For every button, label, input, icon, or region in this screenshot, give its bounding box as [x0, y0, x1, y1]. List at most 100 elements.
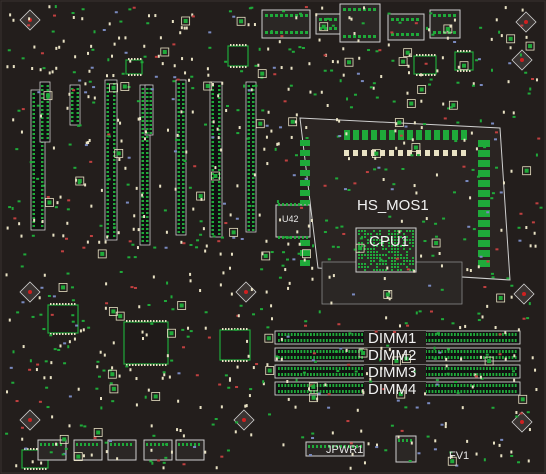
- slot-pin: [177, 155, 180, 157]
- small-ic-core: [267, 368, 272, 373]
- passive-component: [24, 447, 28, 450]
- connector-pin: [416, 33, 419, 36]
- passive-component: [305, 136, 309, 139]
- passive-component: [181, 57, 184, 61]
- passive-component: [495, 18, 498, 22]
- slot-pin: [182, 115, 185, 117]
- dimm-pin: [486, 390, 488, 393]
- mos-pad: [380, 130, 386, 140]
- slot-pin: [32, 173, 35, 175]
- dimm-pin: [290, 333, 293, 336]
- dimm-pin: [290, 350, 293, 353]
- passive-component: [42, 67, 46, 70]
- connector-pin: [443, 31, 446, 34]
- u42-pin: [286, 203, 288, 206]
- connector-pin: [329, 27, 332, 30]
- slot-pin: [177, 147, 180, 149]
- passive-component: [147, 303, 151, 306]
- passive-component: [250, 287, 253, 291]
- slot-pin: [177, 195, 180, 197]
- passive-component: [93, 437, 97, 440]
- dimm-pin: [284, 390, 287, 393]
- passive-component: [88, 138, 91, 142]
- dimm-pin: [361, 356, 363, 359]
- passive-component: [51, 70, 54, 74]
- passive-component: [149, 460, 153, 463]
- slot-pin: [252, 113, 255, 115]
- slot-pin: [177, 187, 180, 189]
- passive-component: [338, 135, 342, 138]
- slot-pin: [211, 141, 214, 143]
- dimm-pin: [335, 367, 338, 370]
- passive-component: [57, 349, 61, 352]
- passive-component: [99, 224, 103, 227]
- passive-component: [204, 123, 208, 126]
- passive-component: [71, 299, 75, 302]
- dimm-pin: [466, 339, 469, 342]
- ic-pin: [222, 360, 224, 362]
- passive-component: [383, 277, 386, 281]
- ic-pin: [131, 74, 133, 76]
- passive-component: [398, 21, 402, 24]
- dimm-pin: [454, 333, 456, 336]
- passive-component: [68, 395, 72, 398]
- slot-pin: [41, 225, 44, 227]
- slot-pin: [218, 205, 221, 207]
- passive-component: [413, 184, 416, 188]
- passive-component: [230, 252, 233, 256]
- ic-pin: [463, 50, 465, 52]
- slot-pin: [141, 88, 144, 90]
- dimm-pin: [460, 373, 463, 376]
- slot-pin: [218, 233, 221, 235]
- ic-chip: [227, 45, 249, 67]
- cpu-ball: [409, 239, 411, 241]
- dimm-pin: [310, 339, 312, 342]
- slot-pin: [146, 88, 149, 90]
- passive-component: [211, 136, 215, 139]
- dimm-pin: [287, 356, 290, 359]
- dimm-pin: [351, 333, 354, 336]
- slot-pin: [141, 112, 144, 114]
- passive-component: [40, 52, 44, 55]
- dimm-pin: [486, 339, 488, 342]
- slot-pin: [211, 101, 214, 103]
- slot-pin: [32, 101, 35, 103]
- slot-pin: [182, 191, 185, 193]
- ic-pin: [234, 360, 236, 362]
- passive-component: [265, 124, 269, 127]
- cpu-ball: [367, 266, 369, 268]
- slot-pin: [182, 95, 185, 97]
- dimm-pin: [438, 339, 440, 342]
- small-ic-core: [263, 253, 268, 258]
- mos-pad: [389, 130, 395, 140]
- passive-component: [54, 5, 57, 9]
- slot-pin: [218, 197, 221, 199]
- passive-component: [252, 313, 256, 316]
- passive-component: [49, 334, 53, 337]
- small-ic-core: [179, 303, 184, 308]
- dimm-pin: [505, 373, 507, 376]
- passive-component: [311, 266, 314, 270]
- cpu-ball: [409, 242, 411, 244]
- slot-pin: [46, 109, 49, 111]
- passive-component: [219, 283, 222, 287]
- passive-component: [189, 330, 193, 333]
- passive-component: [280, 337, 283, 341]
- passive-component: [55, 442, 58, 446]
- passive-component: [392, 183, 396, 186]
- slot-pin: [252, 169, 255, 171]
- passive-component: [72, 71, 76, 74]
- passive-component: [82, 246, 86, 249]
- dimm-pin: [495, 367, 498, 370]
- passive-component: [185, 150, 188, 154]
- dimm-pin: [482, 373, 485, 376]
- slot-pin: [146, 164, 149, 166]
- dimm-pin: [498, 367, 501, 370]
- passive-component: [145, 333, 148, 337]
- passive-component: [280, 66, 283, 70]
- passive-component: [222, 202, 226, 205]
- dimm-pin: [326, 367, 328, 370]
- small-ic-core: [231, 230, 236, 235]
- slot-pin: [106, 119, 109, 121]
- passive-component: [445, 364, 448, 368]
